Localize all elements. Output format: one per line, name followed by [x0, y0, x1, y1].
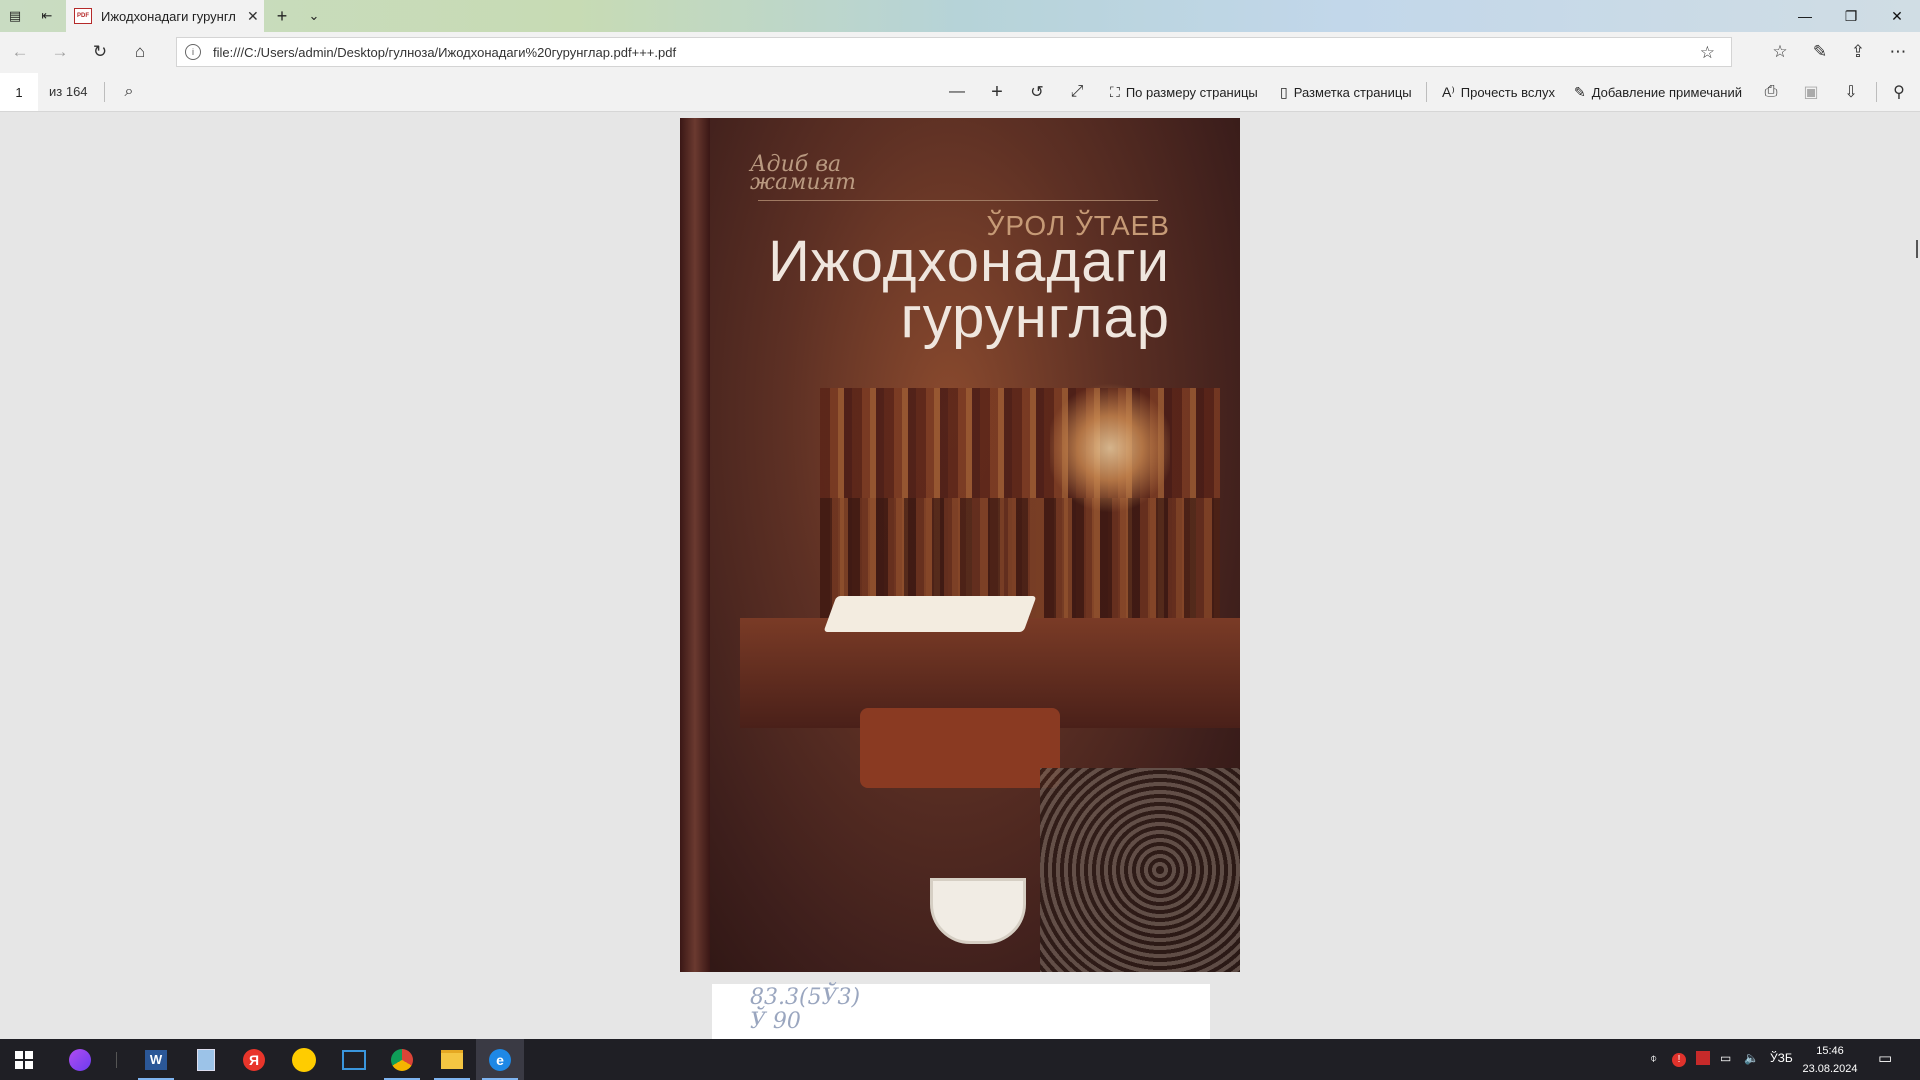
notification-center-icon[interactable]: ▭	[1878, 1049, 1892, 1067]
tab-title: Ижодхонадаги гурунгл	[101, 8, 236, 24]
read-aloud-label: Прочесть вслух	[1460, 85, 1555, 100]
word-app-icon[interactable]: W	[132, 1039, 180, 1080]
tab-active[interactable]: PDF Ижодхонадаги гурунгл ✕	[66, 0, 264, 32]
close-tab-icon[interactable]: ✕	[247, 8, 259, 25]
favorite-star-icon[interactable]: ☆	[1700, 43, 1715, 63]
pin-toolbar-icon[interactable]: ⚲	[1888, 82, 1910, 102]
cover-series-label: Адиб ва жамият	[750, 152, 856, 195]
page-layout-label: Разметка страницы	[1293, 85, 1412, 100]
zoom-out-icon[interactable]: —	[946, 82, 968, 102]
back-arrow-icon[interactable]: ←	[8, 40, 32, 64]
rotate-icon[interactable]: ↺	[1026, 82, 1048, 102]
yandex-browser-icon[interactable]: Я	[230, 1039, 278, 1080]
next-page: 83.3(5Ў3) Ў 90	[712, 984, 1210, 1039]
warning-icon[interactable]: !	[1672, 1051, 1686, 1067]
cover-open-book-art	[823, 596, 1037, 632]
vertical-scrollbar[interactable]	[1916, 240, 1918, 258]
pdf-toolbar: 1 из 164 ⌕ — + ↺ ⤢ ⛶ По размеру страницы…	[0, 72, 1920, 112]
chrome-icon[interactable]	[378, 1039, 426, 1080]
language-indicator[interactable]: ЎЗБ	[1770, 1051, 1793, 1065]
cover-title-line1: Ижодхонадаги	[768, 229, 1170, 294]
window-app-icon[interactable]	[330, 1039, 378, 1080]
book-cover-page: Адиб ва жамият ЎРОЛ ЎТАЕВ Ижодхонадаги г…	[680, 118, 1240, 972]
network-icon[interactable]: ▭	[1720, 1051, 1731, 1065]
home-icon[interactable]: ⌂	[128, 40, 152, 64]
page-count: из 164	[49, 84, 88, 99]
search-icon[interactable]: ⌕	[118, 82, 140, 102]
add-notes-label: Добавление примечаний	[1591, 85, 1742, 100]
notepad-app-icon[interactable]	[182, 1039, 230, 1080]
print-icon[interactable]: ⎙	[1760, 82, 1782, 102]
page-layout-button[interactable]: ▯ Разметка страницы	[1280, 84, 1412, 101]
toolbar-divider	[104, 82, 105, 102]
web-note-icon[interactable]: ✎	[1808, 40, 1832, 64]
page-number-input[interactable]: 1	[0, 73, 38, 111]
usb-icon[interactable]: ⌽	[1650, 1051, 1657, 1066]
minimize-button[interactable]: —	[1782, 0, 1828, 32]
close-window-button[interactable]: ✕	[1874, 0, 1920, 32]
windows-start-icon[interactable]	[0, 1039, 48, 1080]
taskbar-divider	[116, 1052, 117, 1068]
cover-ornament-line	[758, 200, 1158, 201]
clock[interactable]: 15:46 23.08.2024	[1800, 1042, 1860, 1078]
edge-browser-icon[interactable]: e	[476, 1039, 524, 1080]
add-notes-button[interactable]: ✎ Добавление примечаний	[1574, 84, 1742, 101]
file-explorer-icon[interactable]	[428, 1039, 476, 1080]
zoom-in-icon[interactable]: +	[986, 81, 1008, 103]
window-menu-icon[interactable]: ▤	[6, 7, 24, 25]
share-icon[interactable]: ⇪	[1846, 40, 1870, 64]
clock-date: 23.08.2024	[1802, 1063, 1858, 1075]
more-menu-icon[interactable]: ⋯	[1886, 40, 1910, 64]
favorites-hub-icon[interactable]: ☆	[1768, 40, 1792, 64]
restore-button[interactable]: ❐	[1828, 0, 1874, 32]
read-aloud-icon: A⁾	[1442, 84, 1455, 100]
title-bar: ▤ ⇤ PDF Ижодхонадаги гурунгл ✕ + ⌄ — ❐ ✕	[0, 0, 1920, 32]
address-bar-row: ← → ↻ ⌂ i file:///C:/Users/admin/Desktop…	[0, 32, 1920, 72]
set-aside-tabs-icon[interactable]: ⇤	[38, 7, 56, 25]
antivirus-icon[interactable]	[1696, 1051, 1710, 1068]
cover-chair-art	[860, 708, 1060, 788]
cover-spine	[680, 118, 710, 972]
save-as-icon[interactable]: ⇩	[1840, 82, 1862, 102]
volume-icon[interactable]: 🔈	[1744, 1051, 1759, 1065]
taskbar: W Я e ⌽ ! ▭ 🔈 ЎЗБ 15:46 23.08.2024 ▭	[0, 1039, 1920, 1080]
address-input[interactable]: i file:///C:/Users/admin/Desktop/гулноза…	[176, 37, 1732, 67]
yandex-music-icon[interactable]	[280, 1039, 328, 1080]
new-tab-icon[interactable]: +	[273, 6, 291, 26]
cover-title-line2: гурунглар	[900, 285, 1170, 350]
cover-cup-art	[930, 878, 1026, 944]
save-icon[interactable]: ▣	[1800, 82, 1822, 102]
url-text: file:///C:/Users/admin/Desktop/гулноза/И…	[213, 44, 677, 60]
library-code-handwriting: 83.3(5Ў3) Ў 90	[750, 985, 861, 1034]
fit-page-label: По размеру страницы	[1125, 85, 1258, 100]
info-icon[interactable]: i	[185, 44, 201, 60]
fit-page-icon: ⛶	[1110, 84, 1120, 100]
alice-assistant-icon[interactable]	[56, 1039, 104, 1080]
pdf-file-icon: PDF	[74, 8, 92, 24]
read-aloud-button[interactable]: A⁾ Прочесть вслух	[1442, 84, 1555, 101]
clock-time: 15:46	[1816, 1045, 1844, 1057]
refresh-icon[interactable]: ↻	[88, 40, 112, 64]
cover-lamp-glow	[1050, 378, 1170, 518]
cover-title: Ижодхонадаги гурунглар	[768, 229, 1170, 350]
page-icon: ▯	[1280, 84, 1288, 100]
fullscreen-icon[interactable]: ⤢	[1066, 82, 1088, 102]
fit-page-button[interactable]: ⛶ По размеру страницы	[1110, 84, 1258, 101]
pen-icon: ✎	[1574, 84, 1586, 100]
toolbar-divider	[1876, 82, 1877, 102]
pdf-viewport[interactable]: Адиб ва жамият ЎРОЛ ЎТАЕВ Ижодхонадаги г…	[0, 112, 1920, 1039]
toolbar-divider	[1426, 82, 1427, 102]
forward-arrow-icon[interactable]: →	[48, 40, 72, 64]
tab-preview-chevron-icon[interactable]: ⌄	[305, 7, 323, 25]
cover-typewriter-art	[1040, 768, 1240, 972]
